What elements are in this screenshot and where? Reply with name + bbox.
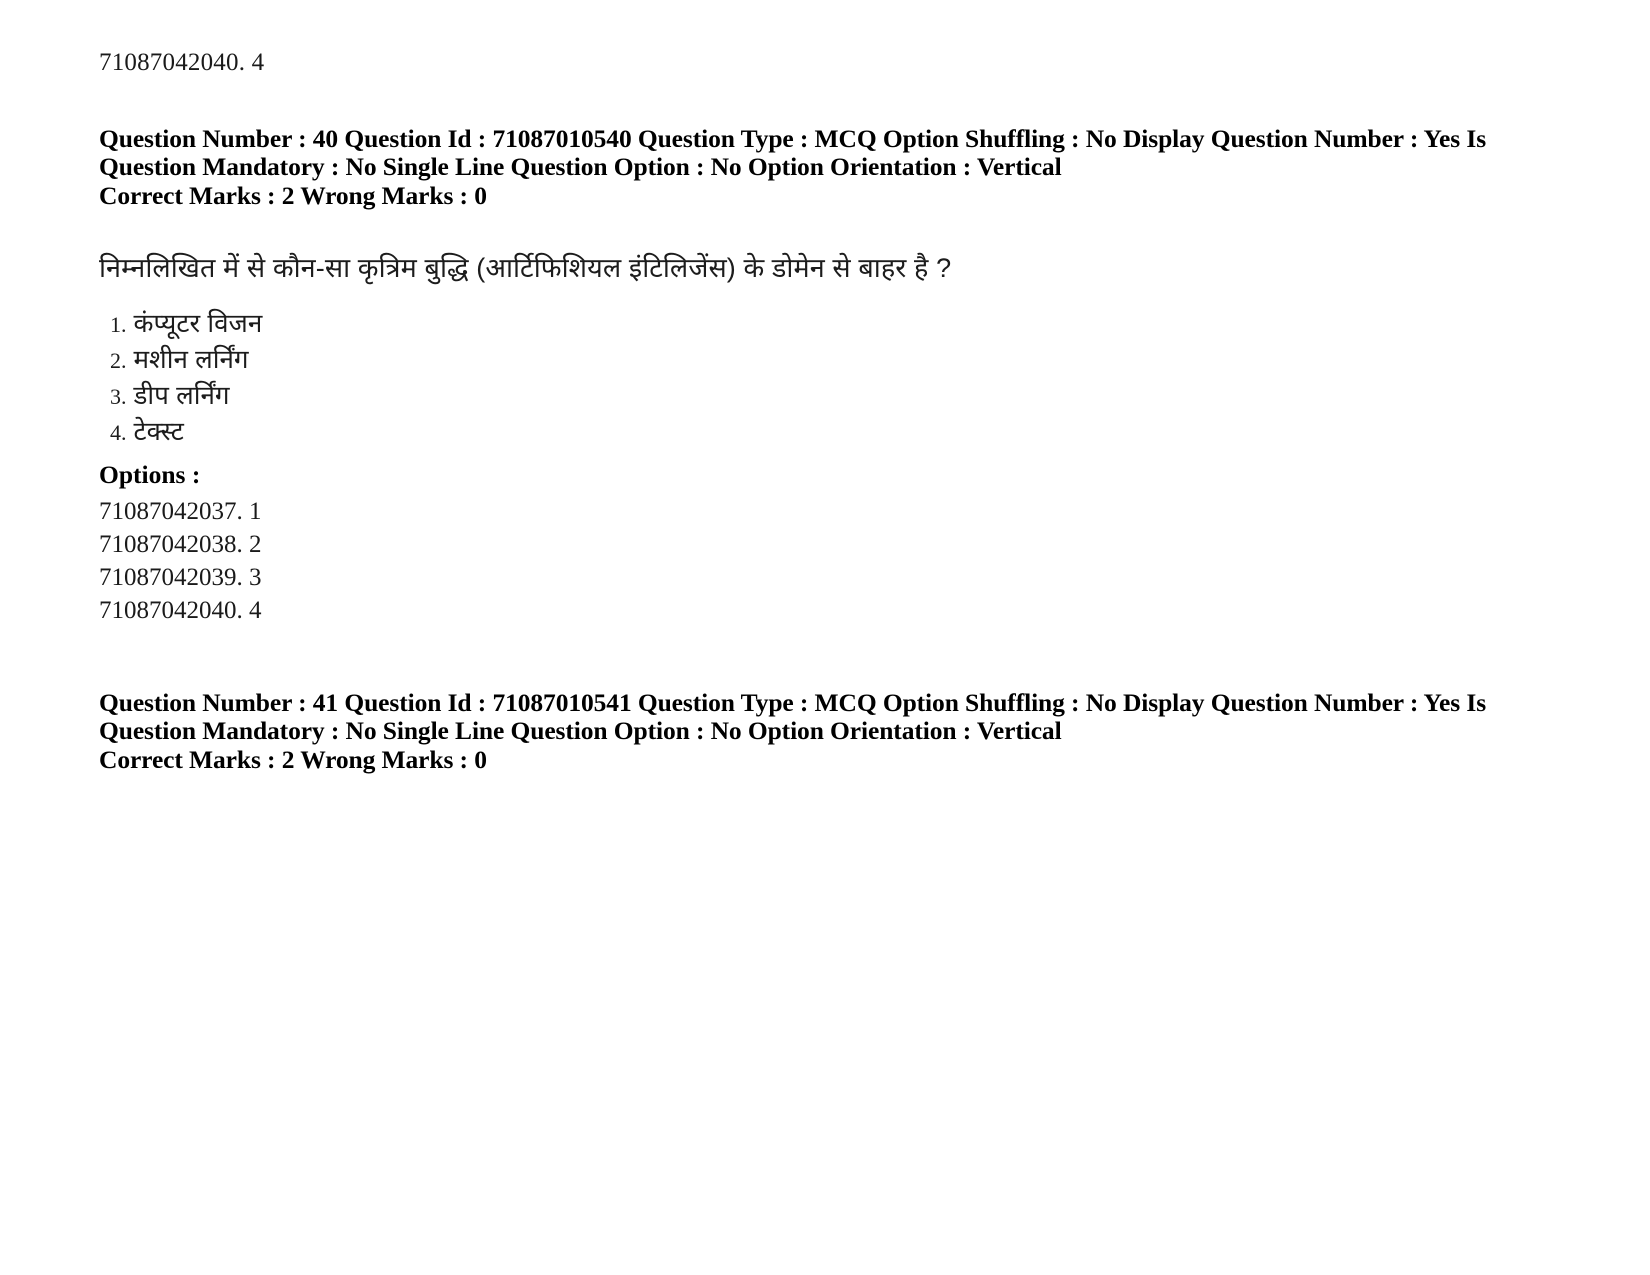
question-40-text: निम्नलिखित में से कौन-सा कृत्रिम बुद्धि … xyxy=(99,253,952,283)
question-40-choice-1[interactable]: 1. कंप्यूटर विजन xyxy=(99,306,1519,342)
carryover-option-id: 71087042040. 4 xyxy=(99,49,265,76)
question-41-meta-line-2: Question Mandatory : No Single Line Ques… xyxy=(99,715,1062,745)
question-block-41: Question Number : 41 Question Id : 71087… xyxy=(99,689,1519,776)
question-40-choice-4[interactable]: 4. टेक्स्ट xyxy=(99,414,1519,450)
document-page: 71087042040. 4 Question Number : 40 Ques… xyxy=(0,0,1650,1275)
question-41-meta-line-1: Question Number : 41 Question Id : 71087… xyxy=(99,688,1487,717)
choice-text: कंप्यूटर विजन xyxy=(133,308,263,338)
choice-text: डीप लर्निंग xyxy=(133,380,230,410)
question-block-40: Question Number : 40 Question Id : 71087… xyxy=(99,125,1519,627)
question-40-marks: Correct Marks : 2 Wrong Marks : 0 xyxy=(99,181,487,210)
choice-number: 3. xyxy=(110,384,127,409)
option-id-row: 71087042040. 4 xyxy=(99,597,262,624)
option-id-row: 71087042038. 2 xyxy=(99,531,262,558)
choice-text: टेक्स्ट xyxy=(133,416,184,446)
choice-number: 4. xyxy=(110,420,127,445)
question-41-marks: Correct Marks : 2 Wrong Marks : 0 xyxy=(99,745,487,774)
page-content: 71087042040. 4 Question Number : 40 Ques… xyxy=(99,46,1519,776)
choice-number: 1. xyxy=(110,312,127,337)
question-40-meta: Question Number : 40 Question Id : 71087… xyxy=(99,125,1519,180)
question-40-choice-list: 1. कंप्यूटर विजन 2. मशीन लर्निंग 3. डीप … xyxy=(99,306,1519,450)
question-40-options-label: Options : xyxy=(99,460,201,489)
option-id-row: 71087042039. 3 xyxy=(99,564,262,591)
question-40-choice-2[interactable]: 2. मशीन लर्निंग xyxy=(99,342,1519,378)
choice-text: मशीन लर्निंग xyxy=(133,344,249,374)
question-40-meta-line-1: Question Number : 40 Question Id : 71087… xyxy=(99,124,1487,153)
choice-number: 2. xyxy=(110,348,127,373)
option-id-row: 71087042037. 1 xyxy=(99,498,262,525)
question-41-meta: Question Number : 41 Question Id : 71087… xyxy=(99,689,1519,744)
question-40-meta-line-2: Question Mandatory : No Single Line Ques… xyxy=(99,151,1062,181)
question-40-option-id-list: 71087042037. 1 71087042038. 2 7108704203… xyxy=(99,495,1519,627)
question-40-choice-3[interactable]: 3. डीप लर्निंग xyxy=(99,378,1519,414)
